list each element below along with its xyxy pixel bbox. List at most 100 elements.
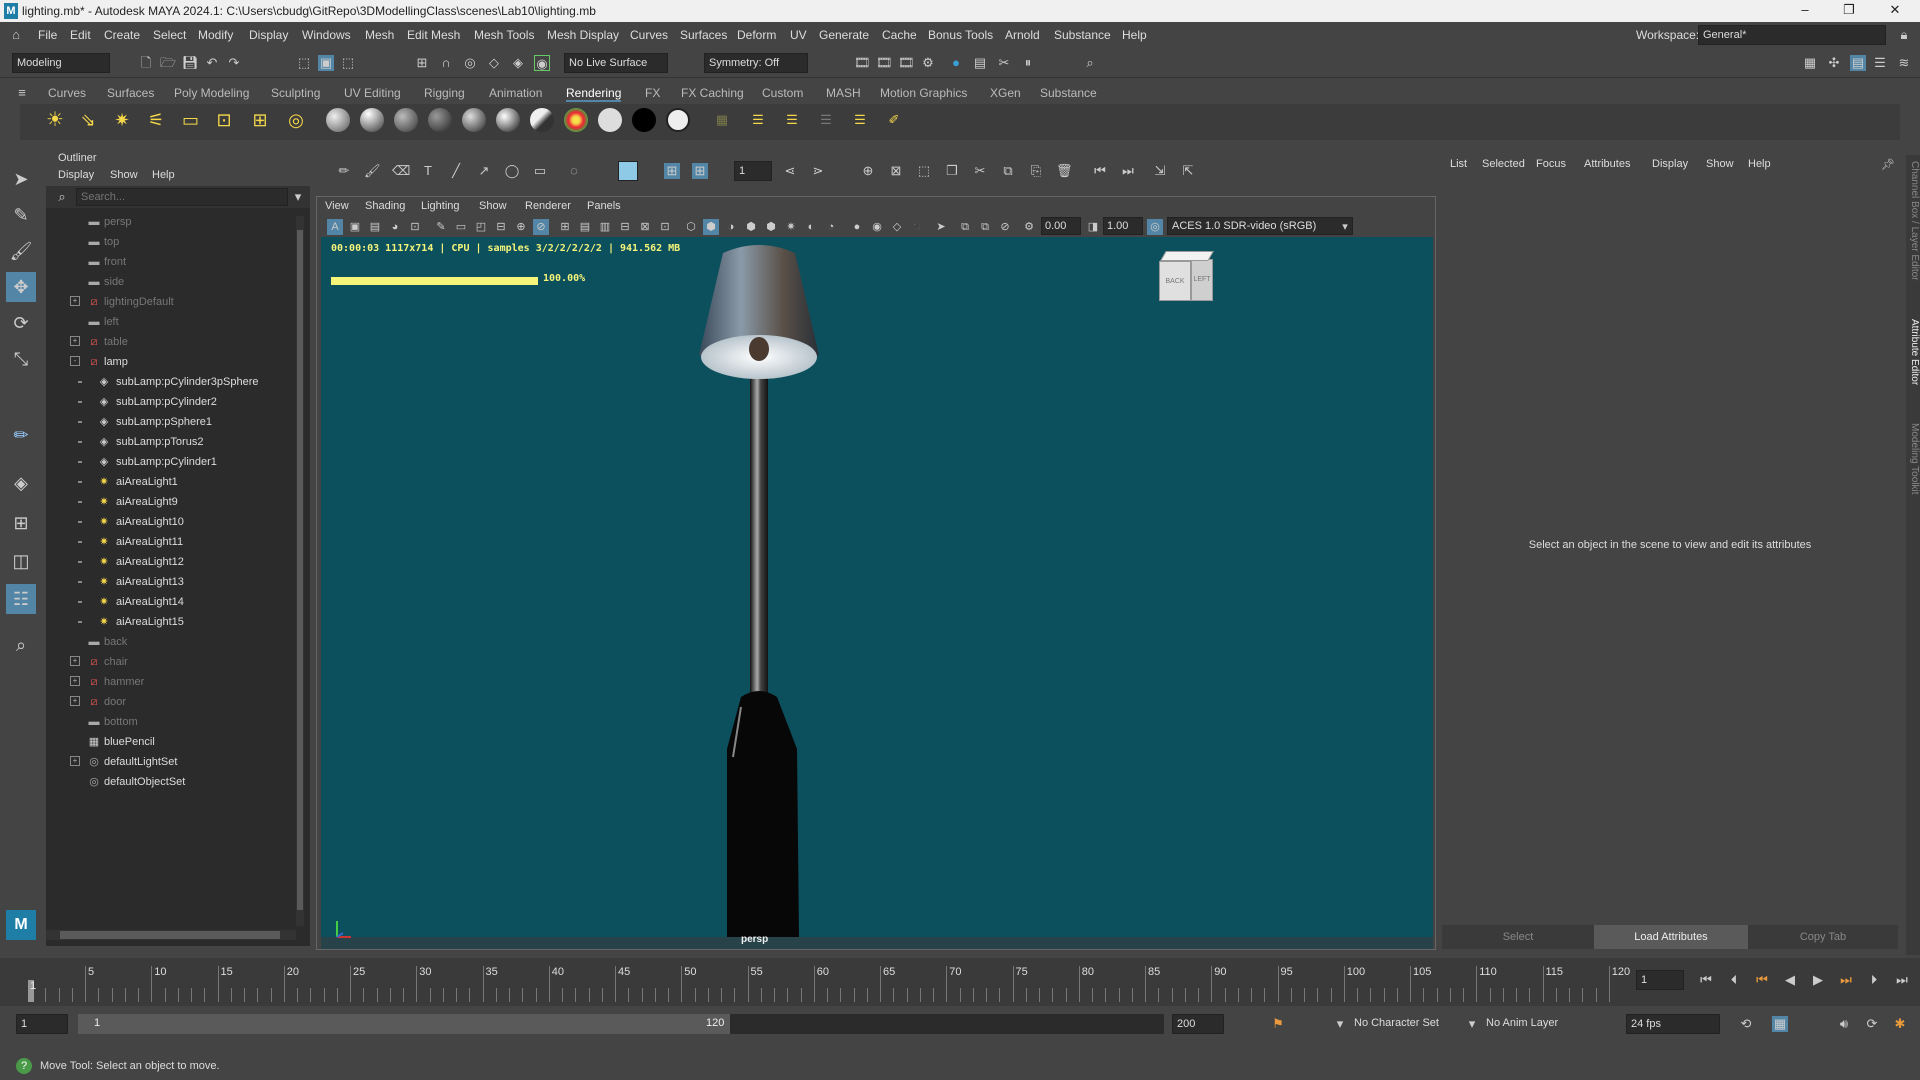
attr-menu-selected[interactable]: Selected	[1482, 158, 1525, 170]
ramp-shader-icon[interactable]	[564, 108, 588, 132]
render-region-icon[interactable]: ☰	[784, 112, 800, 128]
outliner-item[interactable]: ◈ subLamp:pCylinder3pSphere	[46, 372, 296, 392]
outliner-menu-show[interactable]: Show	[110, 169, 138, 181]
pencil-ghost-icon[interactable]: ⊞	[692, 163, 708, 179]
select-hierarchy-icon[interactable]: ⬚	[296, 55, 312, 71]
expand-toggle-icon[interactable]: -	[70, 356, 80, 366]
step-back-key-icon[interactable]: ⏮	[1754, 972, 1770, 988]
menu-edit[interactable]: Edit	[70, 28, 91, 42]
channel-layout-icon[interactable]: ✣	[1826, 55, 1842, 71]
exposure-icon[interactable]: ⚙	[1021, 219, 1037, 235]
use-all-lights-icon[interactable]: ✷	[783, 219, 799, 235]
text-tool-icon[interactable]: T	[420, 163, 436, 179]
step-forward-frame-icon[interactable]: ⏵	[1866, 972, 1882, 988]
expand-toggle-icon[interactable]: +	[70, 696, 80, 706]
isolate-select-icon[interactable]: ⊡	[657, 219, 673, 235]
resolution-gate-icon[interactable]: ⊟	[493, 219, 509, 235]
attr-menu-attributes[interactable]: Attributes	[1584, 158, 1630, 170]
color-swatch[interactable]	[618, 161, 638, 181]
end-time-field[interactable]: 200	[1172, 1014, 1224, 1034]
character-set-chevron-icon[interactable]: ▾	[1332, 1016, 1348, 1032]
outliner-item[interactable]: ✷ aiAreaLight12	[46, 552, 296, 572]
open-scene-icon[interactable]: 🗁	[160, 55, 176, 71]
menu-substance[interactable]: Substance	[1054, 28, 1111, 42]
outliner-item[interactable]: + ⧄ hammer	[46, 672, 296, 692]
outliner-item[interactable]: ◎ defaultObjectSet	[46, 772, 296, 792]
pause-render-icon[interactable]: ⏸	[1020, 55, 1036, 71]
anim-layer-chevron-icon[interactable]: ▾	[1464, 1016, 1480, 1032]
safe-title-icon[interactable]: ⊘	[533, 219, 549, 235]
render-view-icon[interactable]: ▤	[972, 55, 988, 71]
arrow-tool-icon[interactable]: ↗	[476, 163, 492, 179]
gamma-field[interactable]: 1.00	[1103, 217, 1143, 235]
minimize-button[interactable]: –	[1790, 2, 1820, 20]
snap-surface-icon[interactable]: ◈	[510, 55, 526, 71]
expand-toggle-icon[interactable]: +	[70, 656, 80, 666]
render-view-shelf-icon[interactable]: ☰	[750, 112, 766, 128]
outliner-item[interactable]: + ⧄ chair	[46, 652, 296, 672]
directional-light-icon[interactable]: ⇘	[80, 111, 96, 129]
pencil-size-field[interactable]: 1	[734, 161, 772, 181]
time-slider[interactable]: 5 10 15 20 25 30 35 40 45 50 55 60 65 70 75 80 85 90 95 100…	[0, 958, 1920, 1006]
copy-icon[interactable]: ⧉	[1000, 163, 1016, 179]
expand-toggle-icon[interactable]: +	[70, 296, 80, 306]
outliner-item[interactable]: ✷ aiAreaLight13	[46, 572, 296, 592]
wireframe-icon[interactable]: ⬡	[683, 219, 699, 235]
rotate-tool-icon[interactable]: ⟳	[6, 308, 36, 338]
maximize-button[interactable]: ❐	[1834, 2, 1864, 20]
outliner-item[interactable]: ◈ subLamp:pCylinder2	[46, 392, 296, 412]
lock-icon[interactable]: 🔒︎	[1896, 27, 1912, 43]
outliner-item[interactable]: + ⧄ lightingDefault	[46, 292, 296, 312]
outliner-item[interactable]: ▬ bottom	[46, 712, 296, 732]
bookmark-icon[interactable]: ▤	[367, 219, 383, 235]
view-cube-top-face[interactable]	[1160, 251, 1214, 261]
menu-file[interactable]: File	[38, 28, 57, 42]
display-lights-icon[interactable]: ◾	[909, 219, 925, 235]
outliner-item[interactable]: ✷ aiAreaLight1	[46, 472, 296, 492]
menu-mesh-display[interactable]: Mesh Display	[547, 28, 619, 42]
vp-menu-renderer[interactable]: Renderer	[525, 200, 571, 212]
shelf-tab-substance[interactable]: Substance	[1040, 86, 1097, 100]
menu-help[interactable]: Help	[1122, 28, 1147, 42]
redo-icon[interactable]: ↷	[226, 55, 242, 71]
outliner-item[interactable]: ▬ front	[46, 252, 296, 272]
lambert-material-icon[interactable]	[360, 108, 384, 132]
area-light-icon[interactable]: ▭	[182, 111, 199, 129]
menu-surfaces[interactable]: Surfaces	[680, 28, 727, 42]
brush-icon[interactable]: 🖌︎	[364, 163, 381, 179]
live-surface-field[interactable]: No Live Surface	[564, 53, 668, 73]
copy-tab-button[interactable]: Copy Tab	[1748, 925, 1898, 949]
trash-icon[interactable]: 🗑︎	[1056, 163, 1073, 179]
image-plane-icon[interactable]: ◕	[387, 219, 403, 235]
cache-playback-icon[interactable]: ▦	[1772, 1016, 1788, 1032]
view-cube-back-face[interactable]: BACK	[1159, 261, 1191, 301]
outliner-hscrollbar[interactable]	[46, 930, 296, 940]
two-view-layout-icon[interactable]: ◫	[6, 546, 36, 576]
character-set-dropdown[interactable]: No Character Set	[1350, 1014, 1464, 1034]
film-gate-icon[interactable]: ◰	[473, 219, 489, 235]
outliner-item[interactable]: + ⧄ door	[46, 692, 296, 712]
outliner-item[interactable]: ▦ bluePencil	[46, 732, 296, 752]
four-view-layout-icon[interactable]: ⊞	[6, 508, 36, 538]
menu-modify[interactable]: Modify	[198, 28, 233, 42]
shading-map-icon[interactable]	[496, 108, 520, 132]
outliner-menu-help[interactable]: Help	[152, 169, 175, 181]
vp-menu-panels[interactable]: Panels	[587, 200, 621, 212]
attr-select-button[interactable]: Select	[1442, 925, 1594, 949]
xray-joints-icon[interactable]: ➤	[933, 219, 949, 235]
pin-icon[interactable]: 📌︎	[1880, 157, 1896, 173]
camera-aim-icon[interactable]: ⊞	[252, 111, 268, 129]
move-tool-icon[interactable]: ✥	[6, 272, 36, 302]
render-sequence-icon[interactable]: 🎞︎	[876, 55, 893, 71]
frame-all-icon[interactable]: ⧉	[977, 219, 993, 235]
paint-select-icon[interactable]: 🖌︎	[6, 236, 36, 266]
phonge-material-icon[interactable]	[428, 108, 452, 132]
snap-curve-icon[interactable]: ∩	[438, 55, 454, 71]
outliner-search-input[interactable]	[76, 188, 288, 206]
sound-volume-icon[interactable]: 🔊︎	[1836, 1016, 1852, 1032]
shelf-tab-rigging[interactable]: Rigging	[424, 86, 465, 100]
motion-blur-icon[interactable]: ●	[849, 219, 865, 235]
loop-icon[interactable]: ⟲	[1738, 1016, 1754, 1032]
new-scene-icon[interactable]: 🗋	[138, 55, 154, 71]
close-button[interactable]: ✕	[1880, 2, 1910, 20]
